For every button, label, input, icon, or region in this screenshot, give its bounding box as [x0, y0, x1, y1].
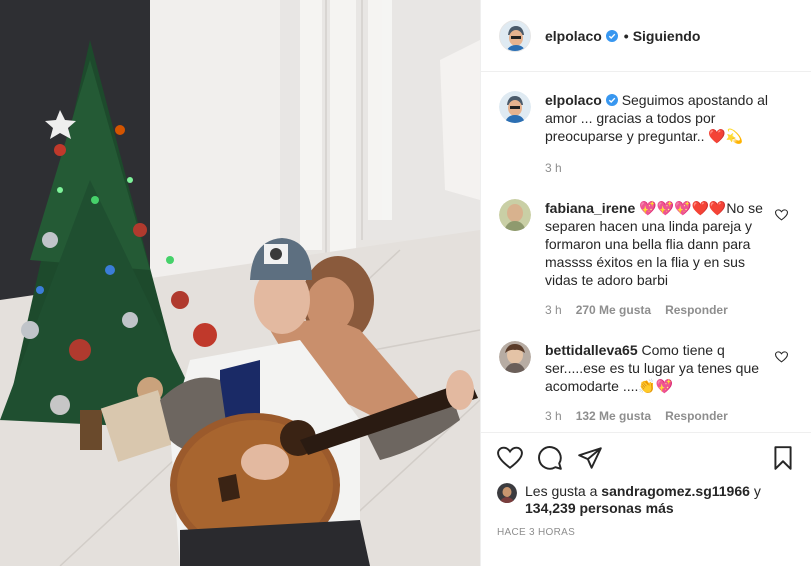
- caption-time[interactable]: 3 h: [545, 159, 562, 177]
- reply-button[interactable]: Responder: [665, 407, 728, 425]
- author-username[interactable]: elpolaco: [545, 28, 618, 44]
- reply-button[interactable]: Responder: [665, 301, 728, 319]
- commenter-avatar[interactable]: [499, 199, 531, 231]
- caption-author-avatar[interactable]: [499, 91, 531, 123]
- comment-item: bettidalleva65 Como tiene q ser.....ese …: [499, 341, 796, 425]
- caption: elpolaco Seguimos apostando al amor ... …: [499, 91, 796, 177]
- commenter-username[interactable]: bettidalleva65: [545, 342, 638, 358]
- comment-like-heart-icon[interactable]: [775, 209, 788, 221]
- post-timestamp[interactable]: HACE 3 HORAS: [497, 527, 796, 538]
- separator-dot: •: [623, 27, 629, 44]
- commenter-avatar[interactable]: [499, 341, 531, 373]
- couple-with-guitar-image: [0, 0, 480, 566]
- commenter-username[interactable]: fabiana_irene: [545, 200, 635, 216]
- verified-badge-icon: [605, 29, 618, 42]
- following-button[interactable]: Siguiendo: [633, 28, 701, 44]
- author-avatar[interactable]: [499, 19, 531, 52]
- comments-list[interactable]: elpolaco Seguimos apostando al amor ... …: [481, 73, 811, 431]
- likes-count[interactable]: 134,239 personas más: [525, 500, 674, 516]
- comment-like-heart-icon[interactable]: [775, 351, 788, 363]
- caption-username[interactable]: elpolaco: [545, 92, 602, 108]
- comment-time[interactable]: 3 h: [545, 301, 562, 319]
- comment-item: fabiana_irene 💖💖💖❤️❤️No se separen hacen…: [499, 199, 796, 319]
- likes-prefix: Les gusta a: [525, 483, 598, 499]
- post-header: elpolaco • Siguiendo: [481, 0, 811, 72]
- heart-icon[interactable]: [497, 445, 523, 471]
- comment-icon[interactable]: [537, 445, 563, 471]
- comment-likes-count[interactable]: 270 Me gusta: [576, 301, 651, 319]
- post-side-panel: elpolaco • Siguiendo elpolaco Seguimos a…: [480, 0, 811, 566]
- likes-joiner: y: [753, 483, 761, 499]
- post-photo[interactable]: [0, 0, 480, 566]
- bookmark-icon[interactable]: [770, 445, 796, 471]
- comment-time[interactable]: 3 h: [545, 407, 562, 425]
- verified-badge-icon: [605, 94, 618, 106]
- comment-likes-count[interactable]: 132 Me gusta: [576, 407, 651, 425]
- post-actions: Les gusta a sandragomez.sg11966 y 134,23…: [481, 432, 811, 538]
- liker-avatar[interactable]: [497, 483, 517, 503]
- share-icon[interactable]: [577, 445, 603, 471]
- likes-summary: Les gusta a sandragomez.sg11966 y 134,23…: [497, 483, 796, 517]
- liker-username[interactable]: sandragomez.sg11966: [601, 483, 750, 499]
- instagram-post: elpolaco • Siguiendo elpolaco Seguimos a…: [0, 0, 811, 566]
